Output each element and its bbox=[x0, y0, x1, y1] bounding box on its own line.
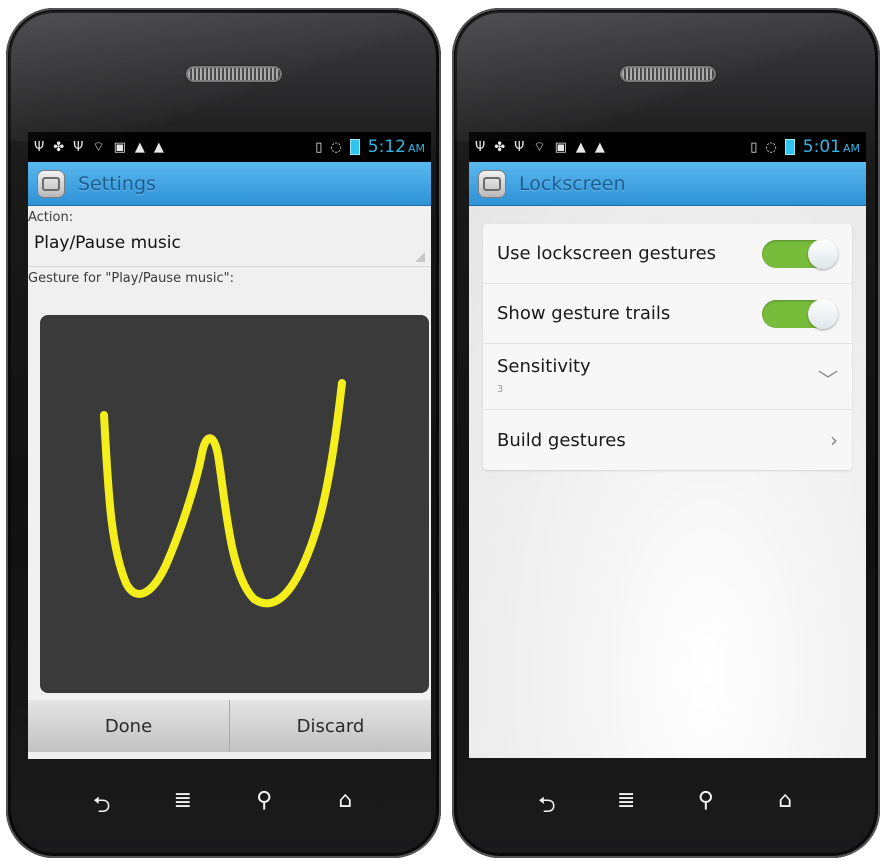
image-icon: ▣ bbox=[554, 139, 567, 155]
sync-icon: ◌ bbox=[330, 139, 342, 155]
gesture-stroke-canvas bbox=[100, 379, 346, 608]
setting-row-lockscreen-gestures[interactable]: Use lockscreen gestures bbox=[483, 224, 852, 284]
search-icon[interactable]: ⚲ bbox=[686, 788, 726, 826]
settings-card: Use lockscreen gestures Show gesture tra… bbox=[483, 224, 852, 470]
battery-icon bbox=[784, 139, 795, 155]
setting-row-gesture-trails[interactable]: Show gesture trails bbox=[483, 284, 852, 344]
nav-bar: ⮌ ≣ ⚲ ⌂ bbox=[452, 788, 880, 826]
menu-icon[interactable]: ≣ bbox=[163, 788, 203, 826]
warning-icon: ▲ bbox=[153, 139, 164, 155]
warning-icon: ▲ bbox=[594, 139, 605, 155]
menu-icon[interactable]: ≣ bbox=[606, 788, 646, 826]
action-spinner[interactable]: Play/Pause music bbox=[28, 225, 431, 267]
screen-lockscreen-settings: Ψ ✤ Ψ ⌔ ▣ ▲ ▲ ▯ ◌ 5:01 AM Lockscreen Use… bbox=[469, 132, 866, 758]
android-icon: ✤ bbox=[53, 139, 65, 155]
wifi-icon: ⌔ bbox=[533, 139, 546, 155]
app-icon[interactable] bbox=[479, 170, 505, 197]
speaker-grille bbox=[622, 68, 714, 80]
back-icon[interactable]: ⮌ bbox=[82, 788, 122, 826]
gesture-stroke bbox=[100, 379, 346, 608]
setting-row-build-gestures[interactable]: Build gestures › bbox=[483, 410, 852, 470]
screen-gesture-settings: Ψ ✤ Ψ ⌔ ▣ ▲ ▲ ▯ ◌ 5:12 AM Settings Action… bbox=[28, 132, 431, 759]
warning-icon: ▲ bbox=[575, 139, 586, 155]
sensitivity-value: 3 bbox=[497, 384, 504, 395]
home-icon[interactable]: ⌂ bbox=[765, 788, 805, 826]
battery-icon bbox=[349, 139, 360, 155]
status-bar: Ψ ✤ Ψ ⌔ ▣ ▲ ▲ ▯ ◌ 5:01 AM bbox=[469, 132, 866, 162]
settings-body: Use lockscreen gestures Show gesture tra… bbox=[469, 206, 866, 758]
chevron-down-icon: ﹀ bbox=[818, 368, 838, 392]
speaker-grille bbox=[188, 68, 280, 80]
phone-left: Ψ ✤ Ψ ⌔ ▣ ▲ ▲ ▯ ◌ 5:12 AM Settings Action… bbox=[6, 8, 441, 858]
page-title: Settings bbox=[78, 172, 156, 195]
action-bar: Settings bbox=[28, 162, 431, 206]
back-icon[interactable]: ⮌ bbox=[527, 788, 567, 826]
usb-icon: Ψ bbox=[34, 139, 45, 155]
dialog-buttons: Done Discard bbox=[28, 700, 431, 752]
lockscreen-gestures-toggle[interactable] bbox=[762, 238, 838, 269]
status-bar: Ψ ✤ Ψ ⌔ ▣ ▲ ▲ ▯ ◌ 5:12 AM bbox=[28, 132, 431, 162]
action-label: Action: bbox=[28, 210, 74, 225]
setting-label: Use lockscreen gestures bbox=[497, 243, 717, 264]
setting-label: Build gestures bbox=[497, 429, 626, 451]
setting-label: Sensitivity bbox=[497, 356, 591, 377]
gesture-pad[interactable] bbox=[40, 315, 429, 693]
wifi-icon: ⌔ bbox=[92, 139, 105, 155]
chevron-right-icon: › bbox=[830, 428, 838, 452]
gesture-label: Gesture for "Play/Pause music": bbox=[28, 271, 235, 286]
usb-icon: Ψ bbox=[475, 139, 486, 155]
home-icon[interactable]: ⌂ bbox=[325, 788, 365, 826]
android-icon: ✤ bbox=[494, 139, 506, 155]
image-icon: ▣ bbox=[113, 139, 126, 155]
setting-label: Show gesture trails bbox=[497, 303, 671, 324]
search-icon[interactable]: ⚲ bbox=[244, 788, 284, 826]
warning-icon: ▲ bbox=[134, 139, 145, 155]
vibrate-icon: ▯ bbox=[750, 139, 758, 155]
page-title: Lockscreen bbox=[519, 172, 626, 195]
discard-button[interactable]: Discard bbox=[230, 700, 431, 752]
sync-icon: ◌ bbox=[765, 139, 777, 155]
done-button[interactable]: Done bbox=[28, 700, 230, 752]
setting-row-sensitivity[interactable]: Sensitivity 3 ﹀ bbox=[483, 344, 852, 410]
usb-icon: Ψ bbox=[73, 139, 84, 155]
status-clock: 5:01 AM bbox=[802, 137, 860, 157]
gesture-trails-toggle[interactable] bbox=[762, 298, 838, 329]
phone-right: Ψ ✤ Ψ ⌔ ▣ ▲ ▲ ▯ ◌ 5:01 AM Lockscreen Use… bbox=[452, 8, 880, 858]
action-bar: Lockscreen bbox=[469, 162, 866, 206]
nav-bar: ⮌ ≣ ⚲ ⌂ bbox=[6, 788, 441, 826]
status-clock: 5:12 AM bbox=[367, 137, 425, 157]
vibrate-icon: ▯ bbox=[315, 139, 323, 155]
action-spinner-value: Play/Pause music bbox=[34, 233, 181, 253]
app-icon[interactable] bbox=[38, 170, 64, 197]
usb-icon: Ψ bbox=[514, 139, 525, 155]
